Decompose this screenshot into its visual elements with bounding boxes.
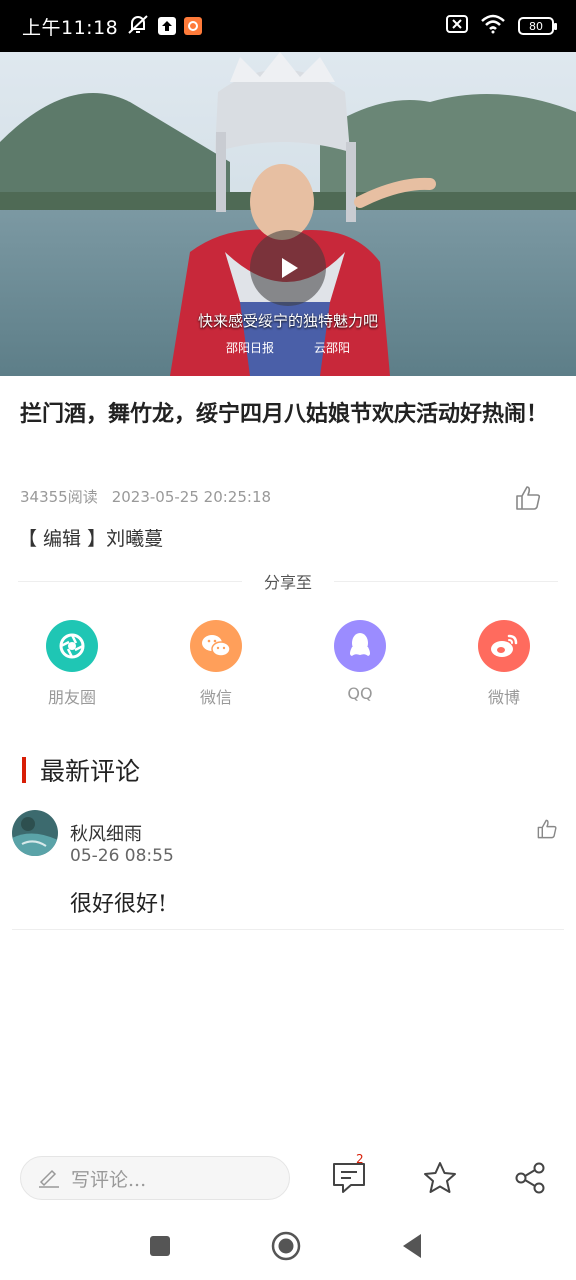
weibo-icon	[478, 620, 530, 672]
comment-item: 秋风细雨 05-26 08:55 很好很好!	[12, 808, 564, 930]
video-subtitle: 快来感受绥宁的独特魅力吧	[197, 312, 378, 330]
share-button[interactable]	[510, 1158, 550, 1198]
wifi-icon	[480, 14, 506, 38]
comments-heading: 最新评论	[22, 752, 140, 788]
comment-icon	[333, 1163, 365, 1193]
divider	[18, 580, 242, 582]
play-button[interactable]	[250, 230, 326, 306]
battery-level: 80	[529, 19, 543, 33]
mute-bell-icon	[126, 13, 150, 39]
comment-placeholder: 写评论...	[71, 1168, 147, 1191]
recent-apps-button[interactable]	[144, 1230, 176, 1262]
comments-heading-text: 最新评论	[40, 757, 141, 786]
share-label: QQ	[347, 684, 373, 703]
comments-button[interactable]: 2	[330, 1152, 370, 1198]
app-notification-icon	[184, 17, 203, 35]
video-logo-left: 邵阳日报	[226, 341, 275, 355]
status-time: 上午11:18	[22, 16, 119, 39]
bottom-toolbar: 写评论... 2	[0, 1150, 576, 1210]
home-button[interactable]	[270, 1230, 302, 1262]
share-icon	[515, 1162, 545, 1194]
comment-time: 05-26 08:55	[70, 846, 174, 866]
share-qq[interactable]: QQ	[288, 620, 432, 708]
share-label: 微信	[199, 688, 232, 707]
home-circle-icon	[271, 1231, 301, 1261]
comment-count-badge: 2	[356, 1152, 364, 1166]
share-heading-text: 分享至	[264, 573, 313, 592]
share-row: 朋友圈 微信 QQ 微博	[0, 620, 576, 708]
video-logo-right: 云邵阳	[314, 341, 351, 355]
share-wechat[interactable]: 微信	[144, 620, 288, 708]
back-button[interactable]	[396, 1230, 428, 1262]
comment-input[interactable]: 写评论...	[20, 1156, 290, 1200]
status-bar: 上午11:18 80	[0, 0, 576, 52]
thumbs-up-icon	[516, 486, 541, 510]
publish-time: 2023-05-25 20:25:18	[111, 488, 272, 506]
share-heading: 分享至	[18, 568, 559, 594]
article-meta: 34355阅读 2023-05-25 20:25:18	[20, 486, 271, 507]
share-weibo[interactable]: 微博	[432, 620, 576, 708]
play-icon	[282, 258, 298, 278]
comment-like-button[interactable]	[536, 818, 558, 840]
editor-line: 【 编辑 】刘曦蔓	[18, 528, 164, 550]
like-button[interactable]	[514, 484, 542, 512]
moments-icon	[46, 620, 98, 672]
thumbs-up-icon	[537, 819, 557, 839]
divider	[334, 580, 559, 582]
share-label: 微博	[487, 688, 520, 707]
system-nav-bar	[0, 1210, 576, 1280]
comment-username: 秋风细雨	[70, 824, 142, 845]
comment-text: 很好很好!	[70, 892, 167, 917]
star-icon	[424, 1162, 456, 1193]
read-count: 34355阅读	[20, 488, 98, 506]
pencil-icon	[39, 1169, 59, 1188]
section-accent-bar	[22, 757, 26, 783]
wechat-icon	[190, 620, 242, 672]
favorite-button[interactable]	[420, 1158, 460, 1198]
video-player[interactable]: 快来感受绥宁的独特魅力吧 邵阳日报 云邵阳	[0, 52, 576, 376]
article-title: 拦门酒，舞竹龙，绥宁四月八姑娘节欢庆活动好热闹！	[20, 401, 549, 427]
avatar[interactable]	[12, 810, 58, 856]
share-label: 朋友圈	[47, 688, 96, 707]
upload-icon	[158, 17, 177, 35]
sim-off-icon	[446, 15, 468, 37]
square-icon	[150, 1236, 170, 1256]
battery-icon: 80	[518, 17, 557, 35]
share-moments[interactable]: 朋友圈	[0, 620, 144, 708]
back-triangle-icon	[403, 1234, 421, 1258]
qq-icon	[334, 620, 386, 672]
